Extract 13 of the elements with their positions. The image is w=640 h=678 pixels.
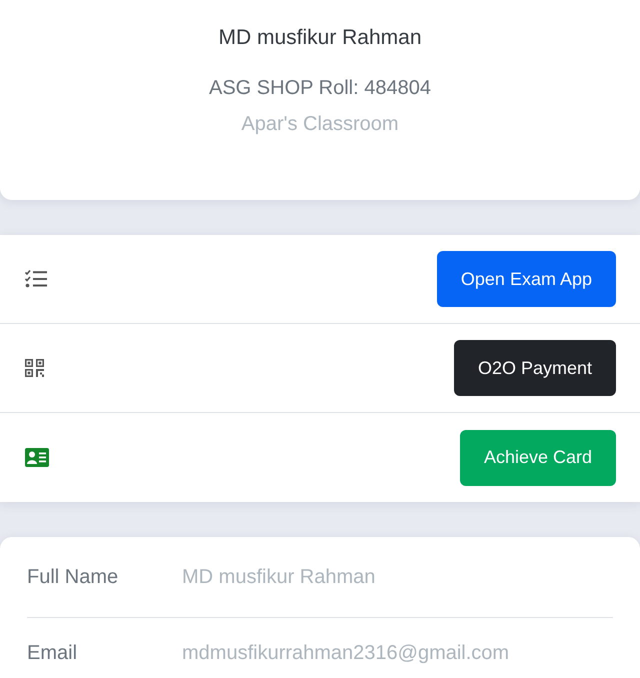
qr-code-icon	[25, 359, 44, 377]
achieve-card-button[interactable]: Achieve Card	[460, 430, 616, 486]
id-card-icon	[25, 448, 49, 467]
payment-button[interactable]: O2O Payment	[454, 340, 616, 396]
open-exam-app-button[interactable]: Open Exam App	[436, 251, 616, 307]
roll-number: ASG SHOP Roll: 484804	[209, 76, 431, 101]
checklist-icon	[25, 270, 47, 288]
field-label: Email	[27, 641, 78, 666]
classroom-name: Apar's Classroom	[241, 112, 399, 137]
profile-name: MD musfikur Rahman	[218, 25, 422, 51]
field-value: mdmusfikurrahman2316@gmail.com	[182, 641, 510, 666]
field-label: Full Name	[27, 565, 120, 590]
field-value: MD musfikur Rahman	[182, 565, 376, 590]
